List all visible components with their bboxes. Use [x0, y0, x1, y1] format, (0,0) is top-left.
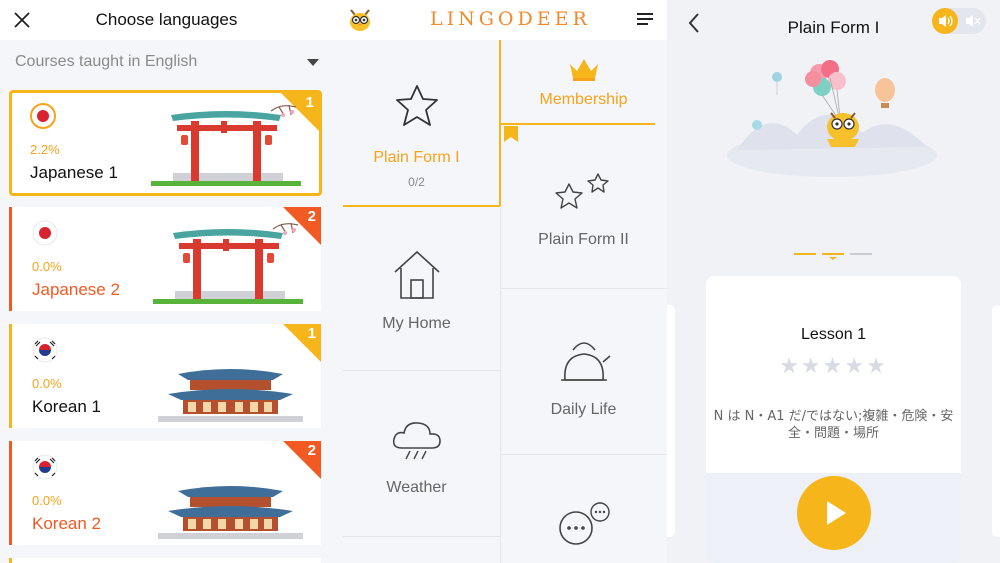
level-number: 2: [307, 442, 316, 459]
course-language-filter[interactable]: Courses taught in English: [0, 40, 333, 84]
stars-icon: [554, 173, 609, 209]
page-indicator: [794, 253, 872, 260]
kettle-icon: [560, 342, 611, 381]
lingodeer-logo: LINGODEER: [430, 8, 591, 30]
course-progress: 2.2%: [30, 142, 60, 157]
course-card-japanese-1[interactable]: 2.2% Japanese 1 1: [9, 90, 322, 196]
course-progress: 0.0%: [32, 493, 62, 508]
bookmark-icon: [504, 126, 518, 142]
unit-conversation[interactable]: [500, 500, 667, 555]
course-name: Japanese 1: [30, 163, 118, 182]
unit-progress: 0/2: [408, 175, 425, 189]
active-path-line: [343, 205, 500, 207]
torii-gate-illustration: [153, 222, 303, 304]
level-number: 2: [307, 208, 316, 225]
japan-flag-icon: [30, 103, 56, 129]
grid-divider: [500, 288, 667, 289]
app-screens: Choose languages Courses taught in Engli…: [0, 0, 1000, 563]
unit-label: My Home: [382, 315, 451, 332]
menu-icon[interactable]: [637, 13, 653, 27]
course-name: Japanese 2: [32, 280, 120, 299]
lesson-title: Lesson 1: [801, 326, 866, 343]
sound-toggle[interactable]: [932, 8, 986, 34]
membership-underline: [500, 123, 655, 125]
caret-down-icon: [307, 59, 319, 66]
lesson-rating-stars: ★★★★★: [779, 353, 888, 378]
unit-plain-form-1[interactable]: Plain Form I 0/2: [333, 82, 500, 189]
torii-gate-illustration: [151, 104, 301, 186]
lesson-card[interactable]: Lesson 1 ★★★★★ N は N・A1 だ/ではない;複雑・危険・安全・…: [706, 276, 961, 563]
previous-lesson-card[interactable]: [667, 305, 675, 537]
level-number: 1: [305, 94, 314, 111]
unit-daily-life[interactable]: Daily Life: [500, 334, 667, 419]
filter-label: Courses taught in English: [15, 53, 198, 70]
owl-balloons-illustration: [727, 60, 937, 177]
grid-divider: [500, 454, 667, 455]
header: LINGODEER: [333, 0, 667, 40]
course-name: Korean 1: [32, 397, 101, 416]
korean-palace-illustration: [158, 486, 303, 539]
level-number: 1: [307, 325, 316, 342]
play-icon[interactable]: [797, 476, 871, 550]
next-course-card-peek: [9, 558, 321, 563]
crown-icon: [569, 59, 598, 81]
membership-button[interactable]: Membership: [500, 56, 667, 109]
course-name: Korean 2: [32, 514, 101, 533]
speaker-on-icon[interactable]: [932, 8, 958, 34]
page-title: Choose languages: [95, 10, 238, 29]
chat-bubbles-icon: [558, 502, 610, 545]
course-progress: 0.0%: [32, 376, 62, 391]
course-card-korean-2[interactable]: 0.0% Korean 2 2: [9, 441, 321, 545]
course-map-screen: LINGODEER Plain Form I 0/2 Membership Pl…: [333, 0, 667, 563]
unit-label: Weather: [386, 479, 447, 496]
unit-label: Daily Life: [550, 401, 617, 418]
unit-detail-screen: Plain Form I Lesson 1 ★★★★★ N は N・A1 だ/で…: [667, 0, 1000, 563]
course-card-japanese-2[interactable]: 0.0% Japanese 2 2: [9, 207, 321, 311]
choose-languages-screen: Choose languages Courses taught in Engli…: [0, 0, 333, 563]
course-progress: 0.0%: [32, 259, 62, 274]
star-icon: [395, 85, 438, 126]
japan-flag-icon: [32, 220, 58, 246]
grid-divider: [343, 536, 500, 537]
header: Choose languages: [0, 0, 333, 40]
grid-divider: [343, 370, 500, 371]
korean-palace-illustration: [158, 369, 303, 422]
owl-mascot-icon[interactable]: [347, 7, 373, 33]
korea-flag-icon: [32, 454, 58, 480]
unit-label: Plain Form II: [538, 231, 629, 248]
next-lesson-card[interactable]: [992, 305, 1000, 537]
unit-label: Plain Form I: [373, 149, 460, 166]
lesson-description: N は N・A1 だ/ではない;複雑・危険・安全・問題・場所: [713, 409, 954, 441]
house-icon: [393, 250, 440, 299]
rain-cloud-icon: [392, 422, 441, 460]
unit-weather[interactable]: Weather: [333, 418, 500, 497]
unit-plain-form-2[interactable]: Plain Form II: [500, 170, 667, 249]
course-card-korean-1[interactable]: 0.0% Korean 1 1: [9, 324, 321, 428]
korea-flag-icon: [32, 337, 58, 363]
membership-label: Membership: [539, 91, 628, 108]
unit-my-home[interactable]: My Home: [333, 248, 500, 333]
speaker-off-icon[interactable]: [964, 13, 982, 29]
